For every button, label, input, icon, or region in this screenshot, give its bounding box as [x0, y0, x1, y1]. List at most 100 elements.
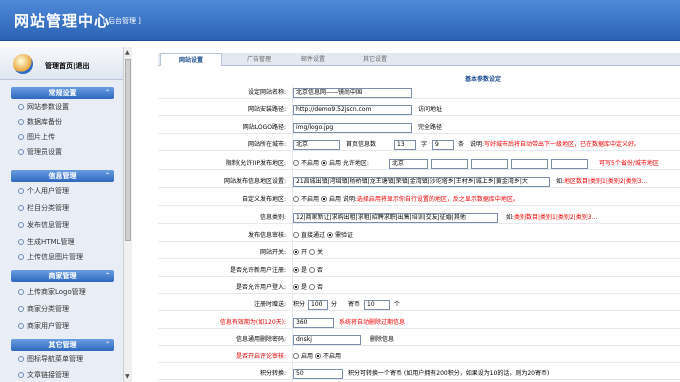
- menu-item[interactable]: 图片上传: [18, 131, 55, 143]
- menu-item[interactable]: 上传商家Logo管理: [18, 286, 86, 298]
- row-limit-area: 限制(允许)IP发布地区: 不启用 启用 允许地区: 北京 可写5个省份/城市地…: [158, 157, 680, 170]
- sidebar-scrollbar[interactable]: ▲ ▼: [123, 47, 132, 382]
- radio-enable[interactable]: [320, 196, 327, 202]
- radio-enable[interactable]: [320, 160, 327, 166]
- info-type-input[interactable]: 12|商家新让|求购出租|求租|招聘求职|出售|培训|交友|征婚|其他: [293, 213, 498, 223]
- logo-path-input[interactable]: img/logo.jpg: [293, 123, 412, 133]
- city-input[interactable]: 北京: [293, 140, 340, 150]
- row-site-name: 设定网站名称: 北京信息网——镜尚中国: [158, 86, 680, 99]
- row-custom-area: 自定义发布地区: 不启用 启用 说明:选择启用将显示你自行设置的地区，反之显示数…: [158, 193, 680, 206]
- user-panel: 管理首页|退出: [0, 47, 123, 80]
- bullet-icon: [18, 134, 24, 140]
- group-header-general[interactable]: 常规设置 ⌃: [11, 87, 114, 99]
- home-words-input[interactable]: 13: [394, 140, 416, 150]
- row-reg-gift: 注册时赠送: 积分 100 分 寄币 10 个: [158, 298, 680, 311]
- radio-direct[interactable]: [293, 232, 299, 238]
- radio-disable[interactable]: [293, 160, 299, 166]
- exchange-input[interactable]: 50: [293, 369, 343, 379]
- allow-area-input-5[interactable]: [551, 159, 588, 169]
- site-name-input[interactable]: 北京信息网——镜尚中国: [293, 88, 412, 98]
- scroll-up-icon[interactable]: ▲: [125, 49, 130, 56]
- bullet-icon: [18, 289, 24, 295]
- menu-item[interactable]: 栏目分类管理: [18, 202, 69, 214]
- bullet-icon: [18, 222, 24, 228]
- bullet-icon: [18, 205, 24, 211]
- site-title: 网站管理中心: [14, 12, 111, 30]
- section-caption: 基本参数设定: [464, 76, 501, 83]
- bullet-icon: [18, 254, 24, 260]
- home-logout-links[interactable]: 管理首页|退出: [45, 61, 90, 71]
- row-switch: 网站开关: 开 关: [158, 246, 680, 259]
- collapse-arrow-icon: ⌃: [104, 89, 110, 96]
- radio-yes[interactable]: [293, 284, 299, 290]
- radio-enable[interactable]: [293, 353, 299, 359]
- row-comment-audit: 是否开启评论审核: 启用 不启用: [158, 350, 680, 363]
- bullet-icon: [18, 149, 24, 155]
- row-audit: 发布信息审核: 直接通过 需验证: [158, 229, 680, 242]
- menu-item[interactable]: 上传信息图片管理: [18, 251, 83, 263]
- radio-yes[interactable]: [293, 267, 299, 273]
- site-subtitle: [ 后台管理 ]: [103, 17, 141, 25]
- tab-site-settings[interactable]: 网站设置: [160, 53, 222, 66]
- row-allow-reg: 是否允许新用户注册: 是 否: [158, 264, 680, 277]
- menu-item[interactable]: 图标导航菜单管理: [18, 353, 83, 365]
- main-content: 网站设置 广告管理 邮件设置 其它设置 基本参数设定 设定网站名称: 北京信息网…: [158, 47, 680, 382]
- radio-off[interactable]: [308, 249, 315, 255]
- bullet-icon: [18, 323, 24, 329]
- top-header: 网站管理中心 [ 后台管理 ]: [0, 0, 680, 41]
- row-allow-login: 是否允许用户登入: 是 否: [158, 281, 680, 294]
- row-logo: 网站LOGO路径: img/logo.jpg 完全路径: [158, 121, 680, 134]
- group-header-other[interactable]: 其它管理 ⌃: [11, 339, 114, 351]
- menu-item[interactable]: 数据库备份: [18, 116, 62, 128]
- menu-item[interactable]: 商家用户管理: [18, 320, 69, 332]
- tab-ads[interactable]: 广告管理: [228, 53, 290, 66]
- radio-verify[interactable]: [326, 232, 333, 238]
- row-city: 网站所在城市: 北京 首页信息数 13 字 9 条 说明:写好城市后将自动带出下…: [158, 138, 680, 151]
- gift-points-input[interactable]: 100: [308, 300, 328, 310]
- row-area-setting: 网站发布信息地区设置: 21昌城出镇|河缉镇|杨桥镇|龙王塘镇|荣镇|金湾镇|沙…: [158, 175, 680, 188]
- menu-item[interactable]: 生成HTML管理: [18, 236, 74, 248]
- bullet-icon: [18, 356, 24, 362]
- scroll-down-icon[interactable]: ▼: [125, 373, 130, 380]
- row-info-type: 信息类别: 12|商家新让|求购出租|求租|招聘求职|出售|培训|交友|征婚|其…: [158, 211, 680, 224]
- radio-no[interactable]: [308, 267, 315, 273]
- row-site-url: 网站安装路径: http://demo9.52jscn.com 访问地址: [158, 103, 680, 116]
- allow-area-input-4[interactable]: [511, 159, 548, 169]
- bullet-icon: [18, 372, 24, 378]
- scrollbar-thumb[interactable]: [125, 59, 131, 241]
- site-url-input[interactable]: http://demo9.52jscn.com: [293, 105, 412, 115]
- collapse-arrow-icon: ⌃: [104, 341, 110, 348]
- radio-on[interactable]: [293, 249, 299, 255]
- user-avatar-icon: [13, 54, 33, 74]
- gift-coins-input[interactable]: 10: [364, 300, 390, 310]
- allow-area-input-3[interactable]: [471, 159, 508, 169]
- row-exchange: 积分转换: 50 积分可转换一个寄币 (如用户拥有200积分，如果设为10的话，…: [158, 367, 680, 380]
- delete-password-input[interactable]: dnskj: [293, 335, 361, 345]
- menu-item[interactable]: 网站参数设置: [18, 101, 69, 113]
- group-header-merchant[interactable]: 商家管理 ⌃: [11, 270, 114, 282]
- valid-days-input[interactable]: 360: [293, 318, 334, 328]
- group-header-info[interactable]: 信息管理 ⌃: [11, 170, 114, 182]
- row-valid-days: 信息有效期为(如120天): 360 系统将自动删除过期信息: [158, 316, 680, 329]
- bullet-icon: [18, 188, 24, 194]
- tab-bar: 网站设置 广告管理 邮件设置 其它设置: [158, 53, 680, 66]
- tab-other[interactable]: 其它设置: [344, 53, 406, 66]
- menu-item[interactable]: 商家分类管理: [18, 303, 69, 315]
- radio-no[interactable]: [308, 284, 315, 290]
- home-count-input[interactable]: 9: [432, 140, 454, 150]
- area-setting-input[interactable]: 21昌城出镇|河缉镇|杨桥镇|龙王塘镇|荣镇|金湾镇|沙坨塔乡|王村乡|城上乡|…: [293, 177, 550, 187]
- tab-email[interactable]: 邮件设置: [282, 53, 344, 66]
- menu-item[interactable]: 管理员设置: [18, 146, 62, 158]
- menu-item[interactable]: 文章链接管理: [18, 369, 69, 381]
- allow-area-input-2[interactable]: [431, 159, 468, 169]
- radio-disable[interactable]: [293, 196, 299, 202]
- radio-disable[interactable]: [314, 353, 321, 359]
- bullet-icon: [18, 119, 24, 125]
- collapse-arrow-icon: ⌃: [104, 172, 110, 179]
- collapse-arrow-icon: ⌃: [104, 272, 110, 279]
- menu-item[interactable]: 发布信息管理: [18, 219, 69, 231]
- row-delete-pwd: 信息通用删除密码: dnskj 删除信息: [158, 333, 680, 346]
- allow-area-input-1[interactable]: 北京: [389, 159, 428, 169]
- menu-item[interactable]: 个人用户管理: [18, 185, 69, 197]
- bullet-icon: [18, 239, 24, 245]
